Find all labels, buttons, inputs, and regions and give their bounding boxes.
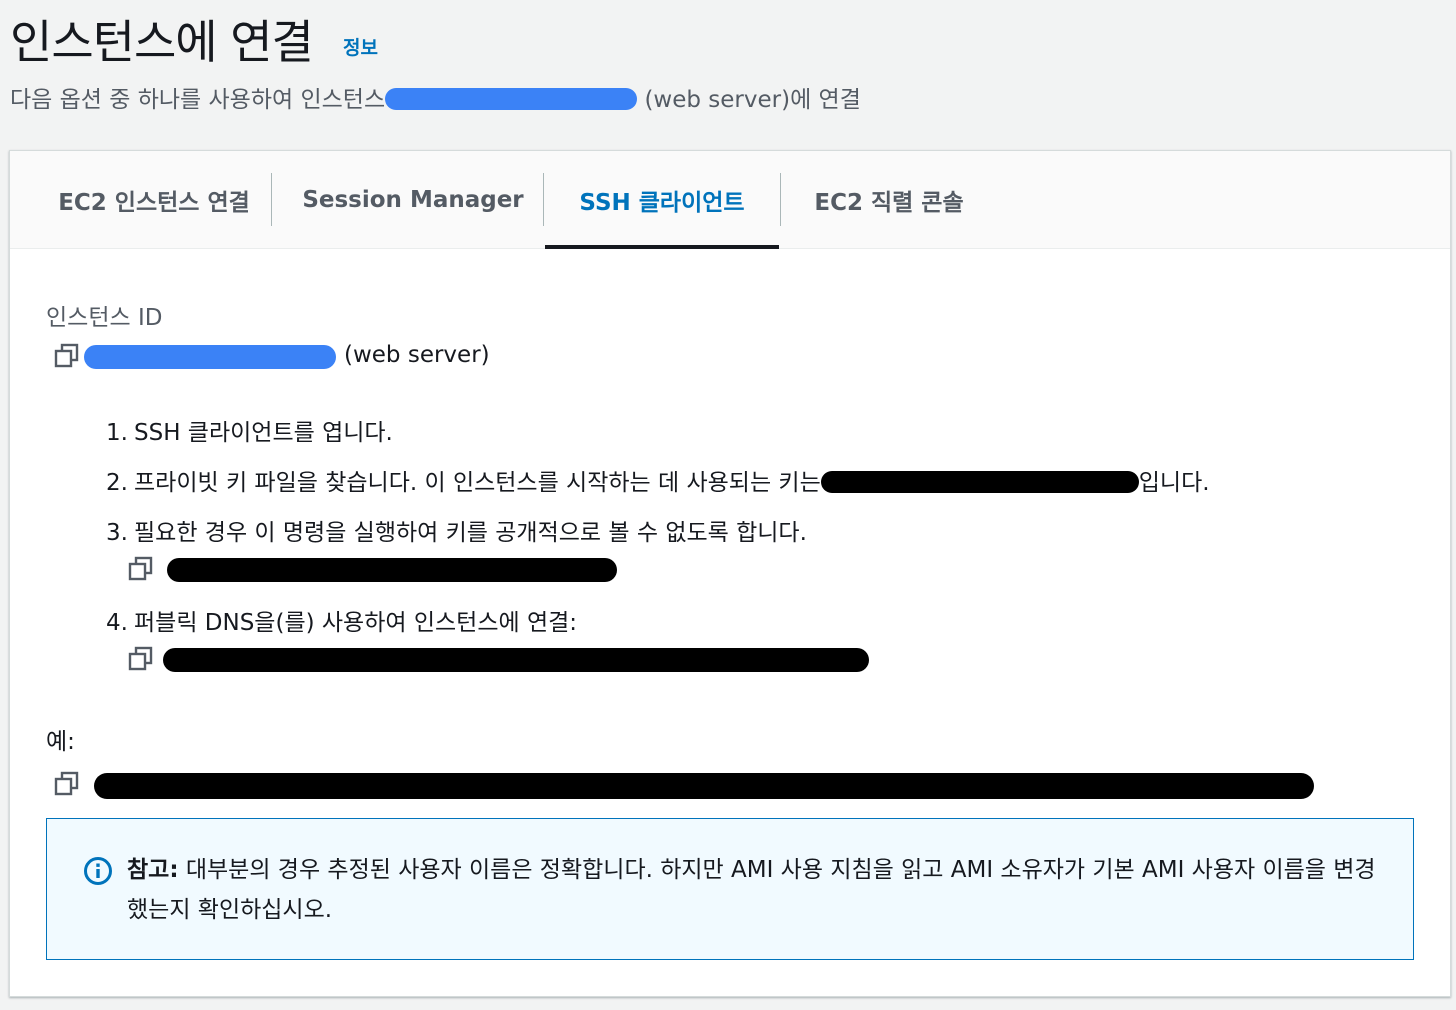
step-number: 3. (106, 520, 128, 546)
step-text-after: 입니다. (1138, 470, 1210, 496)
step-number: 1. (106, 420, 128, 446)
subtitle-suffix: (web server)에 연결 (644, 87, 861, 113)
step-text: 프라이빗 키 파일을 찾습니다. 이 인스턴스를 시작하는 데 사용되는 키는 (134, 470, 821, 496)
copy-icon[interactable] (128, 556, 154, 582)
tab-divider (543, 173, 544, 226)
copy-icon[interactable] (128, 646, 154, 672)
example-label: 예: (46, 729, 75, 755)
connect-method-tabs: EC2 인스턴스 연결 Session Manager SSH 클라이언트 EC… (10, 151, 1450, 249)
page-subtitle: 다음 옵션 중 하나를 사용하여 인스턴스 (web server)에 연결 (10, 80, 861, 114)
note-title: 참고: (127, 857, 179, 883)
step-4: 4. 퍼블릭 DNS을(를) 사용하여 인스턴스에 연결: (90, 603, 577, 637)
tab-ec2-instance-connect[interactable]: EC2 인스턴스 연결 (36, 151, 272, 248)
tab-ec2-serial-console[interactable]: EC2 직렬 콘솔 (790, 151, 988, 248)
note-text: 참고: 대부분의 경우 추정된 사용자 이름은 정확합니다. 하지만 AMI 사… (127, 850, 1387, 930)
note-body: 대부분의 경우 추정된 사용자 이름은 정확합니다. 하지만 AMI 사용 지침… (127, 857, 1376, 923)
instance-id-label: 인스턴스 ID (46, 305, 163, 331)
copy-icon[interactable] (54, 771, 80, 797)
step-1: 1. SSH 클라이언트를 엽니다. (90, 413, 393, 447)
step-2: 2. 프라이빗 키 파일을 찾습니다. 이 인스턴스를 시작하는 데 사용되는 키… (90, 463, 1210, 497)
step-text: 퍼블릭 DNS을(를) 사용하여 인스턴스에 연결: (134, 610, 578, 636)
note-alert: 참고: 대부분의 경우 추정된 사용자 이름은 정확합니다. 하지만 AMI 사… (46, 818, 1414, 960)
tab-ssh-client[interactable]: SSH 클라이언트 (545, 151, 779, 249)
redacted-ssh-command (94, 773, 1314, 799)
redacted-instance-id (385, 88, 638, 110)
info-link[interactable]: 정보 (343, 33, 378, 60)
tab-session-manager[interactable]: Session Manager (282, 151, 544, 248)
step-text: SSH 클라이언트를 엽니다. (134, 420, 393, 446)
redacted-public-dns (163, 648, 869, 672)
step-text: 필요한 경우 이 명령을 실행하여 키를 공개적으로 볼 수 없도록 합니다. (134, 520, 807, 546)
step-3: 3. 필요한 경우 이 명령을 실행하여 키를 공개적으로 볼 수 없도록 합니다… (90, 513, 807, 547)
connect-panel: EC2 인스턴스 연결 Session Manager SSH 클라이언트 EC… (9, 150, 1451, 997)
copy-icon[interactable] (54, 343, 80, 369)
tab-divider (780, 173, 781, 226)
page-title: 인스턴스에 연결 (10, 15, 314, 69)
redacted-instance-id (84, 345, 336, 369)
subtitle-prefix: 다음 옵션 중 하나를 사용하여 인스턴스 (10, 87, 386, 113)
step-number: 4. (106, 610, 128, 636)
info-circle-icon (84, 857, 112, 885)
instance-name: (web server) (344, 342, 490, 368)
step-number: 2. (106, 470, 128, 496)
tab-divider (271, 173, 272, 226)
redacted-key-name (820, 471, 1139, 493)
redacted-chmod-command (167, 558, 617, 582)
